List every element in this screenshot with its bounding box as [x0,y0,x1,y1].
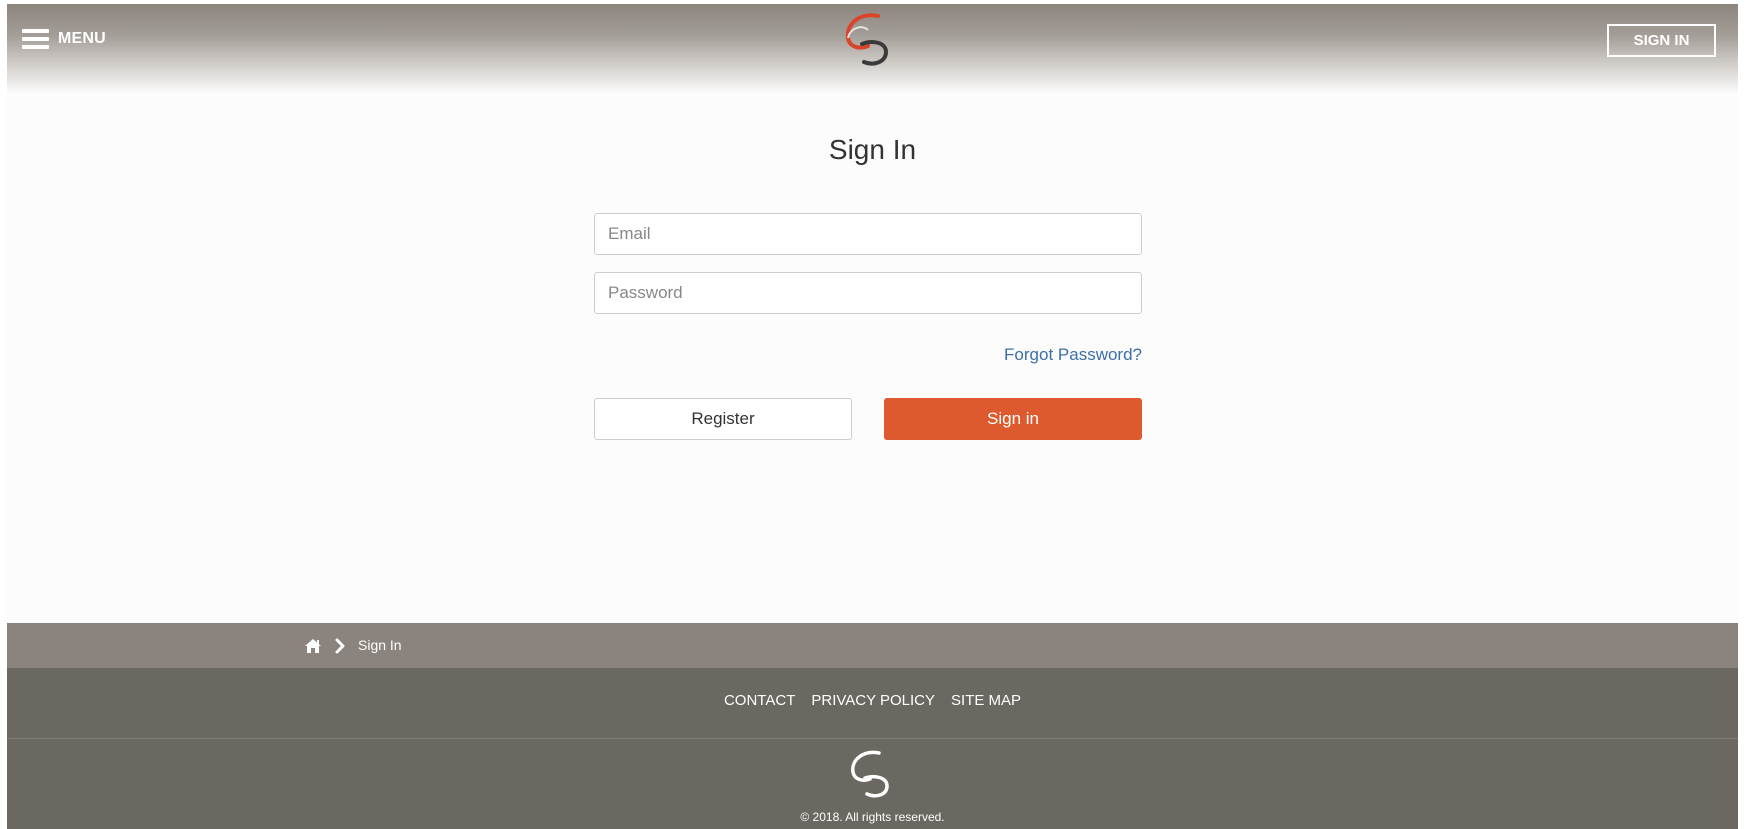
footer-divider [7,738,1738,739]
sign-in-button[interactable]: Sign in [884,398,1142,440]
hamburger-icon [22,28,49,50]
site-footer: CONTACT PRIVACY POLICY SITE MAP © 2018. … [7,668,1738,829]
password-field[interactable] [594,272,1142,314]
swirl-logo-icon [851,750,889,798]
breadcrumb-current: Sign In [358,637,402,653]
footer-link-site-map[interactable]: SITE MAP [951,692,1021,709]
site-header: MENU SIGN IN [7,4,1738,94]
header-sign-in-button[interactable]: SIGN IN [1607,24,1716,57]
footer-links: CONTACT PRIVACY POLICY SITE MAP [7,692,1738,709]
home-icon[interactable] [304,638,322,654]
copyright-text: © 2018. All rights reserved. [800,810,945,824]
register-button[interactable]: Register [594,398,852,440]
page-title: Sign In [828,134,917,165]
breadcrumb: Sign In [7,623,1738,668]
swirl-logo-icon[interactable] [842,10,898,70]
footer-link-privacy-policy[interactable]: PRIVACY POLICY [811,692,935,709]
page: MENU SIGN IN Sign In Forgot Password? Re… [7,4,1738,829]
menu-label: MENU [58,30,106,47]
footer-link-contact[interactable]: CONTACT [724,692,795,709]
forgot-password-link[interactable]: Forgot Password? [594,345,1142,365]
menu-button[interactable]: MENU [22,24,106,54]
email-field[interactable] [594,213,1142,255]
chevron-right-icon [335,638,345,654]
